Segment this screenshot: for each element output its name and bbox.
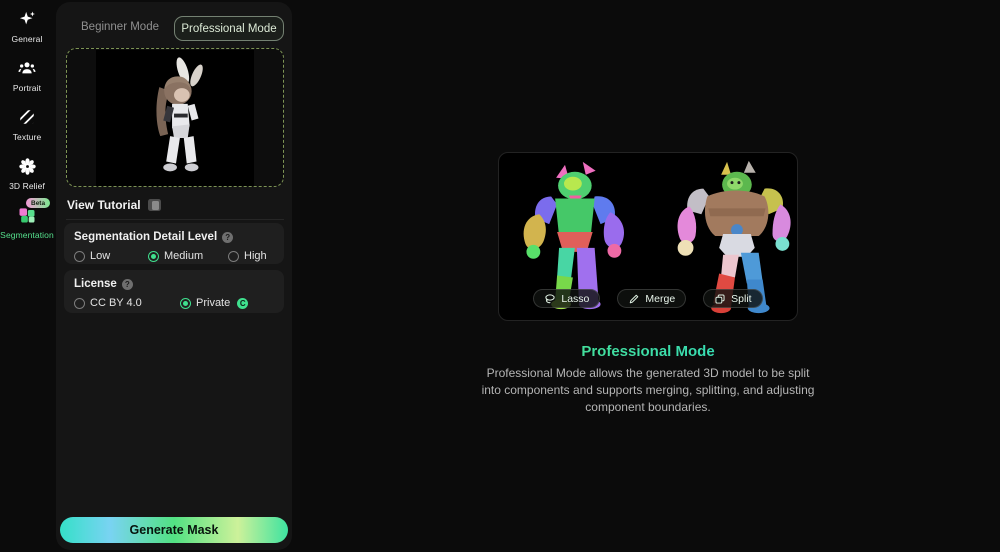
radio-medium[interactable]: Medium (148, 250, 228, 262)
tab-beginner-mode[interactable]: Beginner Mode (74, 21, 166, 33)
detail-level-title: Segmentation Detail Level (74, 231, 218, 243)
license-title: License (74, 278, 117, 290)
mode-heading: Professional Mode (498, 343, 798, 360)
sidebar-label: Texture (12, 132, 42, 142)
app-screen: General Portrait Texture 3D Relief Beta (0, 0, 1000, 552)
merge-pen-icon (630, 294, 639, 303)
radio-circle (74, 297, 85, 309)
radio-circle (148, 250, 159, 262)
tool-label: Merge (645, 292, 676, 305)
radio-high[interactable]: High (228, 250, 267, 262)
portrait-icon (16, 57, 38, 79)
split-button[interactable]: Split (703, 289, 763, 308)
license-options: CC BY 4.0 Private C (74, 297, 274, 309)
mode-description: Professional Mode allows the generated 3… (481, 366, 815, 415)
generate-mask-button[interactable]: Generate Mask (60, 517, 288, 543)
lasso-button[interactable]: Lasso (533, 289, 601, 308)
private-icon: C (237, 297, 249, 309)
tool-label: Split (731, 292, 752, 305)
radio-label: Medium (164, 250, 204, 262)
radio-low[interactable]: Low (74, 250, 148, 262)
help-icon[interactable]: ? (222, 231, 234, 243)
segmentation-icon: Beta (16, 198, 51, 226)
license-card: License ? CC BY 4.0 Private C (64, 270, 284, 313)
view-tutorial-label: View Tutorial (67, 198, 141, 212)
sparkle-icon (16, 8, 38, 30)
tab-professional-mode[interactable]: Professional Mode (174, 16, 284, 41)
tool-buttons: Lasso Merge Split (499, 289, 797, 308)
radio-circle (228, 250, 239, 262)
help-icon[interactable]: ? (121, 278, 133, 290)
sidebar-label: General (11, 34, 43, 44)
radio-circle (180, 297, 191, 309)
merge-button[interactable]: Merge (617, 289, 687, 308)
mode-tabs: Beginner Mode Professional Mode (56, 16, 292, 42)
radio-label: Low (90, 250, 111, 262)
tool-label: Lasso (561, 292, 590, 305)
split-icon (715, 293, 725, 304)
radio-cc-by[interactable]: CC BY 4.0 (74, 297, 180, 309)
view-tutorial[interactable]: View Tutorial (67, 198, 161, 212)
detail-level-options: Low Medium High (74, 250, 274, 262)
model-preview[interactable] (66, 48, 284, 187)
segmentation-panel: Beginner Mode Professional Mode View Tut… (56, 2, 292, 550)
left-robot-flat (523, 161, 625, 310)
segmentation-demo-image: Lasso Merge Split (498, 152, 798, 321)
radio-label: Private (196, 297, 231, 309)
video-icon (147, 199, 161, 211)
sidebar-label: Segmentation (0, 230, 54, 240)
radio-label: CC BY 4.0 (90, 297, 142, 309)
relief-gear-icon (16, 155, 38, 177)
radio-circle (74, 250, 85, 262)
sidebar-label: 3D Relief (9, 181, 45, 191)
sidebar-item-3d-relief[interactable]: 3D Relief (0, 155, 54, 191)
detail-level-card: Segmentation Detail Level ? Low Medium H… (64, 223, 284, 264)
sidebar-item-general[interactable]: General (0, 8, 54, 44)
divider (66, 219, 284, 220)
sidebar-item-portrait[interactable]: Portrait (0, 57, 54, 93)
lasso-icon (545, 293, 556, 303)
sidebar-label: Portrait (12, 83, 42, 93)
radio-label: High (244, 250, 267, 262)
model-preview-image (96, 49, 254, 186)
beta-badge: Beta (26, 198, 51, 208)
sidebar-item-texture[interactable]: Texture (0, 106, 54, 142)
texture-icon (16, 106, 38, 128)
radio-private[interactable]: Private C (180, 297, 249, 309)
sidebar-item-segmentation[interactable]: Beta Segmentation (0, 198, 54, 240)
sidebar: General Portrait Texture 3D Relief Beta (0, 0, 54, 552)
